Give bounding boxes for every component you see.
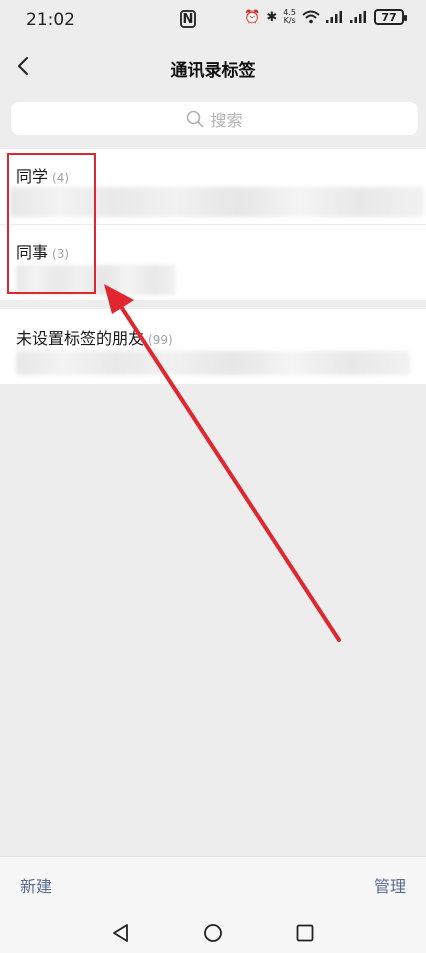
- system-nav-bar: [0, 912, 426, 953]
- back-icon[interactable]: [10, 52, 38, 80]
- group-title: 同事 (3): [16, 239, 69, 263]
- search-placeholder: 搜索: [210, 110, 243, 130]
- nfc-icon: N: [180, 10, 196, 28]
- nav-recents-icon[interactable]: [294, 922, 316, 944]
- battery-icon: 77: [374, 9, 407, 25]
- signal-icon-1: [326, 11, 342, 23]
- group-name: 未设置标签的朋友: [16, 329, 145, 348]
- manage-button[interactable]: 管理: [374, 873, 406, 897]
- alarm-icon: ⏰: [244, 9, 261, 25]
- tag-group-colleagues[interactable]: 同事 (3): [0, 225, 426, 300]
- status-icons: ⏰ ✱ 4.5 K/s 77: [244, 9, 407, 25]
- bluetooth-icon: ✱: [266, 9, 278, 25]
- status-bar: 21:02 N ⏰ ✱ 4.5 K/s 77: [0, 0, 426, 40]
- page-title: 通讯录标签: [170, 60, 256, 81]
- group-title: 未设置标签的朋友 (99): [16, 325, 173, 349]
- new-tag-button[interactable]: 新建: [20, 873, 52, 897]
- network-speed: 4.5 K/s: [283, 9, 296, 25]
- status-time: 21:02: [26, 10, 75, 30]
- tag-group-classmates[interactable]: 同学 (4): [0, 149, 426, 224]
- tag-group-untagged[interactable]: 未设置标签的朋友 (99): [0, 309, 426, 384]
- speed-unit: K/s: [283, 16, 296, 25]
- header: 通讯录标签: [0, 40, 426, 96]
- group-name: 同学: [16, 167, 49, 186]
- search-input[interactable]: 搜索: [11, 102, 418, 135]
- signal-icon-2: [350, 11, 366, 23]
- member-list-blurred: [16, 351, 410, 375]
- member-list-blurred: [16, 265, 176, 295]
- member-list-blurred: [10, 187, 424, 217]
- nav-back-icon[interactable]: [110, 922, 132, 944]
- annotation-arrow: [104, 284, 341, 642]
- group-count: (4): [52, 171, 70, 185]
- group-title: 同学 (4): [16, 163, 69, 187]
- bottom-bar: 新建 管理: [0, 856, 426, 912]
- screen: 21:02 N ⏰ ✱ 4.5 K/s 77 通讯录标签 搜索 同学 (4) 同…: [0, 0, 426, 953]
- group-name: 同事: [16, 243, 49, 262]
- group-count: (3): [52, 247, 70, 261]
- search-icon: [187, 110, 204, 127]
- nav-home-icon[interactable]: [202, 922, 224, 944]
- wifi-icon: [302, 10, 320, 24]
- group-count: (99): [148, 333, 173, 347]
